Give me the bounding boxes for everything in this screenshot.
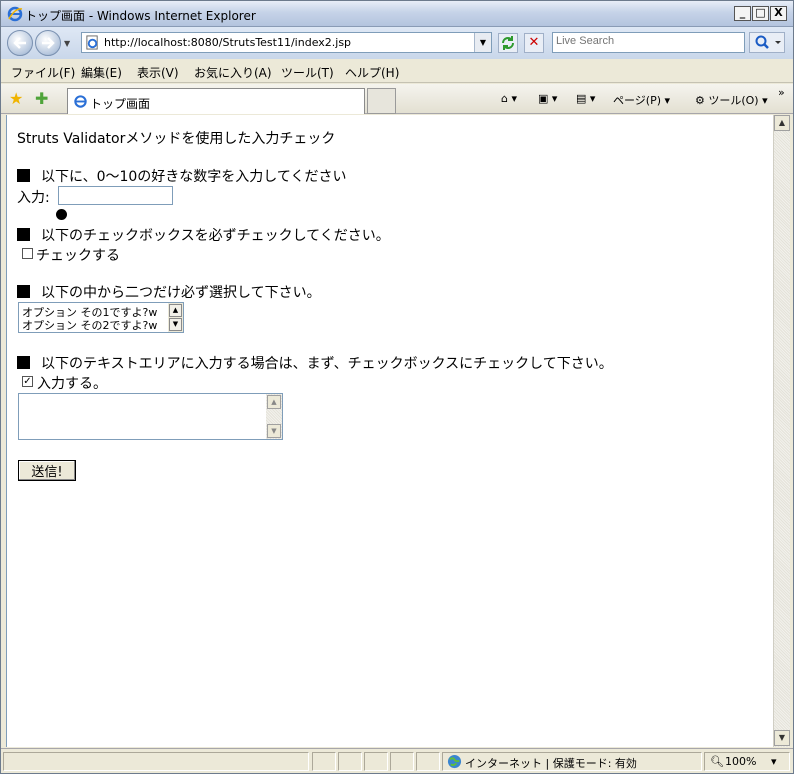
- minimize-button[interactable]: _: [734, 6, 751, 21]
- forward-button[interactable]: [35, 30, 61, 56]
- scroll-down-icon[interactable]: ▼: [267, 424, 281, 438]
- home-icon[interactable]: ⌂ ▾: [501, 92, 517, 105]
- forward-arrow-icon: [42, 37, 55, 49]
- options-listbox[interactable]: オプション その1ですよ?w オプション その2ですよ?w ▲ ▼: [18, 302, 184, 333]
- q1-heading: 以下に、0〜10の好きな数字を入力してください: [17, 166, 346, 186]
- ie-logo-icon: [7, 6, 23, 22]
- scroll-up-icon[interactable]: ▲: [169, 304, 182, 317]
- comment-textarea[interactable]: ▲ ▼: [18, 393, 283, 440]
- tab-bar: ★ ✚ トップ画面 ⌂ ▾ ▣ ▾ ▤ ▾ ページ(P) ▾ ⚙ ツール(O) …: [1, 84, 793, 114]
- q3-label: 以下の中から二つだけ必ず選択して下さい。: [41, 285, 321, 301]
- status-text-panel: [3, 752, 309, 771]
- number-input-label: 入力:: [17, 190, 50, 206]
- title-bar: トップ画面 - Windows Internet Explorer _ □ X: [1, 1, 793, 27]
- error-dot-icon: [56, 209, 67, 220]
- page-icon: [85, 35, 100, 53]
- menu-bar: ファイル(F) 編集(E) 表示(V) お気に入り(A) ツール(T) ヘルプ(…: [1, 59, 793, 83]
- bullet-square-icon: [17, 285, 30, 298]
- tools-menu[interactable]: ⚙ ツール(O) ▾: [695, 92, 768, 108]
- url-text[interactable]: http://localhost:8080/StrutsTest11/index…: [104, 36, 351, 49]
- q4-label: 以下のテキストエリアに入力する場合は、まず、チェックボックスにチェックして下さい…: [41, 356, 613, 372]
- status-panel: [312, 752, 336, 771]
- scroll-down-icon[interactable]: ▼: [169, 318, 182, 331]
- back-button[interactable]: [7, 30, 33, 56]
- globe-icon: [447, 754, 462, 772]
- search-input[interactable]: [556, 35, 736, 47]
- search-icon: [755, 35, 781, 49]
- textarea-scrollbar[interactable]: ▲ ▼: [266, 394, 282, 439]
- history-dropdown-icon[interactable]: ▼: [64, 39, 70, 48]
- security-zone-panel[interactable]: インターネット | 保護モード: 有効: [442, 752, 702, 771]
- required-checkbox-label: チェックする: [36, 248, 120, 264]
- q3-heading: 以下の中から二つだけ必ず選択して下さい。: [17, 282, 321, 302]
- more-tools-icon[interactable]: »: [778, 86, 785, 99]
- listbox-option[interactable]: オプション その2ですよ?w: [22, 317, 157, 332]
- zoom-dropdown-icon[interactable]: ▾: [771, 755, 777, 768]
- status-panel: [416, 752, 440, 771]
- q2-label: 以下のチェックボックスを必ずチェックしてください。: [41, 228, 390, 244]
- menu-view[interactable]: 表示(V): [137, 64, 179, 81]
- q1-label: 以下に、0〜10の好きな数字を入力してください: [41, 169, 347, 185]
- search-box[interactable]: [552, 32, 745, 53]
- status-panel: [364, 752, 388, 771]
- tools-menu-label: ツール(O): [708, 94, 759, 107]
- back-arrow-icon: [13, 37, 26, 49]
- bullet-square-icon: [17, 169, 30, 182]
- page-menu-label: ページ(P): [613, 94, 661, 107]
- close-button[interactable]: X: [770, 6, 787, 21]
- menu-edit[interactable]: 編集(E): [81, 64, 122, 81]
- scroll-down-icon[interactable]: ▼: [774, 730, 790, 746]
- page-menu[interactable]: ページ(P) ▾: [613, 92, 670, 108]
- refresh-button[interactable]: [498, 33, 518, 53]
- q4-heading: 以下のテキストエリアに入力する場合は、まず、チェックボックスにチェックして下さい…: [17, 353, 613, 373]
- feeds-icon[interactable]: ▣ ▾: [538, 92, 557, 105]
- zoom-level: 100%: [725, 755, 757, 768]
- search-button[interactable]: [749, 32, 785, 53]
- number-input[interactable]: [58, 186, 173, 205]
- address-dropdown-icon[interactable]: ▼: [474, 33, 491, 52]
- zoom-icon: 🔍︎: [710, 755, 724, 768]
- page-content: Struts Validatorメソッドを使用した入力チェック 以下に、0〜10…: [6, 115, 773, 747]
- submit-button[interactable]: 送信!: [18, 460, 76, 481]
- scroll-up-icon[interactable]: ▲: [267, 395, 281, 409]
- menu-file[interactable]: ファイル(F): [11, 64, 75, 81]
- address-toolbar: ▼ http://localhost:8080/StrutsTest11/ind…: [1, 27, 793, 59]
- menu-favorites[interactable]: お気に入り(A): [194, 64, 272, 81]
- maximize-button[interactable]: □: [752, 6, 769, 21]
- zoom-control[interactable]: 🔍︎ 100% ▾: [704, 752, 790, 771]
- print-icon[interactable]: ▤ ▾: [576, 92, 595, 105]
- listbox-scrollbar[interactable]: ▲ ▼: [168, 303, 183, 332]
- new-tab-button[interactable]: [367, 88, 396, 114]
- page-title: Struts Validatorメソッドを使用した入力チェック: [17, 131, 336, 147]
- refresh-icon: [502, 36, 514, 50]
- stop-button[interactable]: ✕: [524, 33, 544, 53]
- browser-window: トップ画面 - Windows Internet Explorer _ □ X …: [0, 0, 794, 774]
- status-panel: [338, 752, 362, 771]
- tab-top-page[interactable]: トップ画面: [67, 88, 365, 114]
- security-zone-text: インターネット | 保護モード: 有効: [465, 757, 637, 770]
- window-title: トップ画面 - Windows Internet Explorer: [25, 9, 256, 23]
- bullet-square-icon: [17, 228, 30, 241]
- menu-help[interactable]: ヘルプ(H): [345, 64, 399, 81]
- enable-textarea-checkbox[interactable]: ✓: [22, 376, 33, 387]
- page-icon: [73, 94, 88, 112]
- page-scrollbar[interactable]: ▲ ▼: [773, 115, 790, 747]
- add-favorites-icon[interactable]: ✚: [35, 89, 48, 108]
- favorites-star-icon[interactable]: ★: [9, 89, 23, 108]
- bullet-square-icon: [17, 356, 30, 369]
- address-input[interactable]: http://localhost:8080/StrutsTest11/index…: [81, 32, 492, 53]
- tab-label: トップ画面: [90, 97, 151, 111]
- status-bar: インターネット | 保護モード: 有効 🔍︎ 100% ▾: [1, 748, 793, 773]
- menu-tools[interactable]: ツール(T): [281, 64, 334, 81]
- required-checkbox[interactable]: [22, 248, 33, 259]
- scroll-up-icon[interactable]: ▲: [774, 115, 790, 131]
- enable-textarea-label: 入力する。: [37, 376, 107, 392]
- q2-heading: 以下のチェックボックスを必ずチェックしてください。: [17, 225, 390, 245]
- status-panel: [390, 752, 414, 771]
